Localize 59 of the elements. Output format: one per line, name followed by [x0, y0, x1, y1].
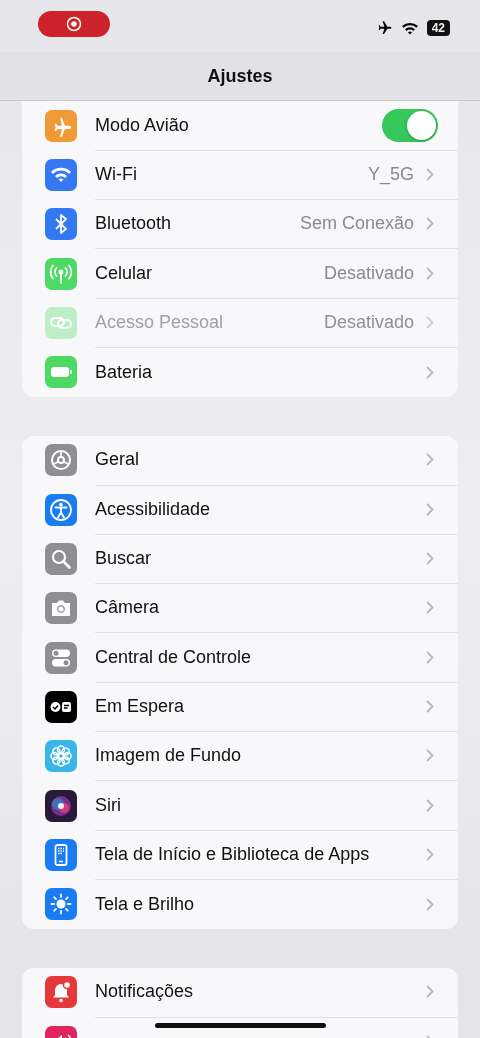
chevron-icon [426, 985, 434, 999]
row-value: Y_5G [367, 163, 414, 185]
chevron-icon [426, 897, 434, 911]
settings-row[interactable]: Tela de Início e Biblioteca de Apps [22, 830, 458, 880]
record-icon [66, 16, 82, 32]
row-label: Modo Avião [95, 114, 189, 136]
row-label: Câmera [95, 597, 160, 619]
row-label: Tela de Início e Biblioteca de Apps [95, 843, 370, 865]
settings-row[interactable]: Câmera [22, 583, 458, 633]
row-label: Em Espera [95, 695, 185, 717]
chevron-icon [426, 552, 434, 565]
settings-row[interactable]: Em Espera [22, 682, 458, 732]
chevron-icon [426, 749, 434, 763]
page-title: Ajustes [207, 65, 273, 87]
row-label: Bluetooth [95, 213, 172, 235]
row-label: Siri [95, 794, 121, 816]
settings-row[interactable]: Tela e Brilho [22, 879, 458, 929]
chevron-icon [426, 453, 434, 467]
row-label: Acessibilidade [95, 498, 211, 520]
chevron-icon [426, 266, 434, 280]
chevron-icon [426, 847, 434, 861]
settings-row[interactable]: Bluetooth Sem Conexão [22, 199, 458, 249]
settings-row[interactable]: Modo Avião [22, 101, 458, 151]
chevron-icon [426, 650, 434, 664]
row-label: Central de Controle [95, 646, 252, 668]
recording-indicator[interactable] [38, 11, 110, 37]
chevron-icon [426, 315, 434, 329]
settings-row[interactable]: Buscar [22, 534, 458, 584]
row-label: Bateria [95, 361, 153, 383]
row-label: Acesso Pessoal [95, 311, 224, 333]
settings-row[interactable]: Siri [22, 780, 458, 831]
chevron-icon [426, 502, 434, 516]
settings-row[interactable]: Wi-Fi Y_5G [22, 150, 458, 200]
settings-row[interactable]: Central de Controle [22, 632, 458, 683]
row-value: Desativado [323, 262, 414, 284]
settings-row[interactable]: Imagem de Fundo [22, 731, 458, 781]
row-label: Geral [95, 449, 139, 471]
row-label: Tela e Brilho [95, 893, 195, 915]
toggle-switch[interactable] [382, 108, 438, 142]
settings-row[interactable]: Bateria [22, 347, 458, 397]
row-value: Sem Conexão [299, 213, 414, 235]
chevron-icon [426, 699, 434, 713]
chevron-icon [426, 601, 434, 615]
battery-indicator: 42 [426, 20, 450, 36]
chevron-icon [426, 365, 434, 379]
settings-row[interactable]: Notificações [22, 967, 458, 1018]
settings-row[interactable]: Celular Desativado [22, 248, 458, 299]
wifi-icon [400, 21, 419, 35]
row-label: Buscar [95, 548, 152, 569]
settings-row[interactable]: Acessibilidade [22, 485, 458, 535]
row-label: Wi-Fi [95, 163, 137, 185]
chevron-icon [426, 798, 434, 812]
row-label: Notificações [95, 981, 194, 1003]
row-label: Imagem de Fundo [95, 745, 242, 767]
chevron-icon [426, 217, 434, 231]
row-label: Celular [95, 262, 153, 284]
chevron-icon [426, 167, 434, 181]
settings-row[interactable]: Geral [22, 435, 458, 486]
row-value: Desativado [323, 311, 414, 333]
